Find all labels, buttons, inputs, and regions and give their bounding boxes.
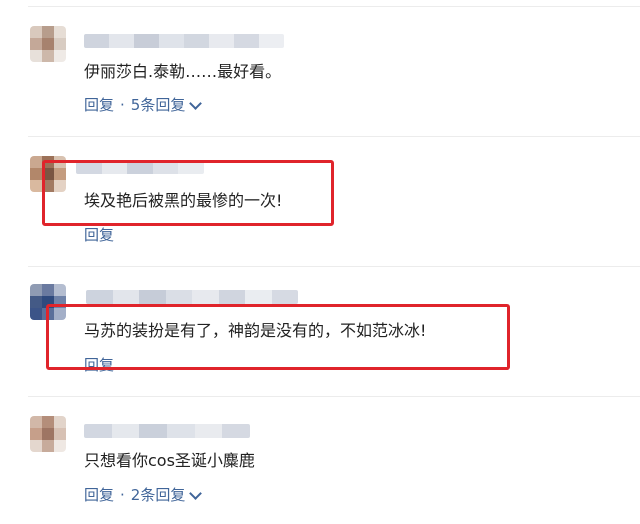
reply-button[interactable]: 回复 bbox=[84, 95, 114, 115]
username[interactable] bbox=[84, 34, 284, 48]
divider bbox=[28, 266, 640, 267]
reply-button[interactable]: 回复 bbox=[84, 225, 114, 245]
reply-button[interactable]: 回复 bbox=[84, 485, 114, 505]
chevron-down-icon[interactable] bbox=[189, 486, 203, 500]
username[interactable] bbox=[86, 290, 298, 304]
chevron-down-icon[interactable] bbox=[189, 96, 203, 110]
reply-actions: 回复 · 2条回复 bbox=[84, 485, 203, 505]
highlight-box bbox=[46, 304, 510, 370]
view-replies-button[interactable]: 2条回复 bbox=[131, 485, 186, 505]
separator-dot: · bbox=[120, 486, 125, 504]
avatar[interactable] bbox=[30, 26, 66, 62]
reply-actions: 回复 bbox=[84, 225, 114, 245]
divider bbox=[28, 6, 640, 7]
separator-dot: · bbox=[120, 96, 125, 114]
comment-text: 伊丽莎白.泰勒……最好看。 bbox=[84, 62, 282, 81]
divider bbox=[28, 136, 640, 137]
view-replies-button[interactable]: 5条回复 bbox=[131, 95, 186, 115]
reply-actions: 回复 · 5条回复 bbox=[84, 95, 203, 115]
highlight-box bbox=[42, 160, 334, 226]
avatar[interactable] bbox=[30, 416, 66, 452]
username[interactable] bbox=[84, 424, 250, 438]
comment-text: 只想看你cos圣诞小麋鹿 bbox=[84, 451, 255, 470]
divider bbox=[28, 396, 640, 397]
